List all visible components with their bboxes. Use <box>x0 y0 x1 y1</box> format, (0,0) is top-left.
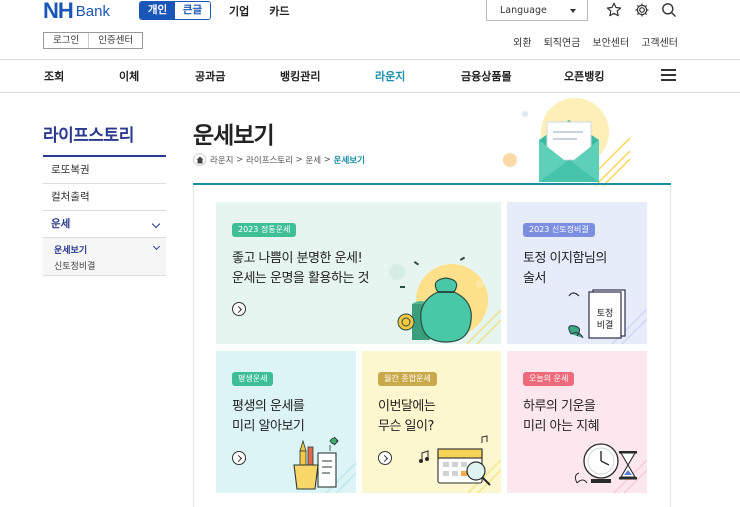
cert-center-button[interactable]: 인증센터 <box>88 33 142 48</box>
gear-icon[interactable] <box>634 2 650 18</box>
book-title-line: 토정 <box>597 308 614 319</box>
card-line: 토정 이지함님의 <box>523 251 607 266</box>
card-line: 좋고 나쁨이 분명한 운세! <box>232 251 363 266</box>
book-title-line: 비결 <box>597 320 614 331</box>
money-bag-icon <box>389 256 501 344</box>
card-description: 좋고 나쁨이 분명한 운세! 운세는 운명을 활용하는 것 <box>232 249 369 289</box>
login-box: 로그인 인증센터 <box>43 32 144 49</box>
calendar-icon <box>419 435 501 493</box>
breadcrumb: 라운지 > 라이프스토리 > 운세 > 운세보기 <box>193 153 365 166</box>
sidebar-item-fortune[interactable]: 운세 <box>43 211 166 238</box>
card-line: 하루의 기운을 <box>523 399 596 414</box>
sidebar-sub-tojeong[interactable]: 신토정비결 <box>54 259 95 272</box>
nav-lounge[interactable]: 라운지 <box>375 68 405 84</box>
book-icon: 토정 비결 <box>568 289 647 344</box>
arrow-right-icon[interactable] <box>378 451 392 465</box>
fortune-card-2023[interactable]: 2023 정통운세 좋고 나쁨이 분명한 운세! 운세는 운명을 활용하는 것 <box>216 202 501 344</box>
util-link-security[interactable]: 보안센터 <box>592 34 629 49</box>
star-icon[interactable] <box>606 2 622 18</box>
breadcrumb-current: 운세보기 <box>333 155 365 166</box>
chevron-down-icon <box>151 219 161 229</box>
home-icon[interactable] <box>193 153 206 166</box>
arrow-right-icon[interactable] <box>232 302 246 316</box>
nh-bank-logo[interactable]: NH Bank <box>43 0 110 23</box>
card-line: 평생의 운세를 <box>232 399 305 414</box>
nav-banking-manage[interactable]: 뱅킹관리 <box>280 68 320 84</box>
nav-transfer[interactable]: 이체 <box>119 68 139 84</box>
card-line: 운세는 운명을 활용하는 것 <box>232 271 369 286</box>
breadcrumb-item[interactable]: 라운지 <box>210 154 233 166</box>
util-link-pension[interactable]: 퇴직연금 <box>544 34 581 49</box>
clock-hourglass-icon <box>574 443 647 493</box>
envelope-illustration <box>503 98 630 187</box>
view-mode-toggle: 개인 큰글 <box>139 1 211 20</box>
sidebar-item-label: 컬처출력 <box>51 191 90 203</box>
search-icon[interactable] <box>661 2 677 18</box>
global-nav: 조회 이체 공과금 뱅킹관리 라운지 금융상품몰 오픈뱅킹 <box>0 60 740 92</box>
login-button[interactable]: 로그인 <box>44 33 88 48</box>
page-title: 운세보기 <box>193 123 275 149</box>
sidebar-submenu: 운세보기 신토정비결 <box>43 238 166 276</box>
breadcrumb-item[interactable]: 운세 <box>305 154 321 166</box>
tojeong-card-2023[interactable]: 2023 신토정비결 토정 이지함님의 술서 토정 비결 <box>507 202 647 344</box>
sidebar-item-lotto[interactable]: 로또복권 <box>43 157 166 184</box>
card-tag: 2023 정통운세 <box>232 223 297 237</box>
sidebar-item-label: 로또복권 <box>51 164 90 176</box>
card-tag: 오늘의 운세 <box>523 372 575 386</box>
nav-open-banking[interactable]: 오픈뱅킹 <box>564 68 604 84</box>
nav-utility-bill[interactable]: 공과금 <box>195 68 225 84</box>
utility-links: 외환 퇴직연금 보안센터 고객센터 <box>513 34 678 49</box>
large-text-button[interactable]: 큰글 <box>175 2 210 19</box>
card-link[interactable]: 카드 <box>269 3 289 19</box>
caret-down-icon <box>570 9 576 13</box>
nav-inquiry[interactable]: 조회 <box>44 68 64 84</box>
card-tag: 2023 신토정비결 <box>523 223 595 237</box>
pencil-cup-icon <box>293 436 356 493</box>
sidebar-item-label: 운세 <box>51 218 71 230</box>
sidebar-title: 라이프스토리 <box>43 126 134 146</box>
arrow-right-icon[interactable] <box>232 451 246 465</box>
card-tag: 월간 종합운세 <box>378 372 437 386</box>
corporate-link[interactable]: 기업 <box>229 3 249 19</box>
util-link-forex[interactable]: 외환 <box>513 34 531 49</box>
language-select[interactable]: Language <box>486 0 588 21</box>
language-label: Language <box>500 5 547 16</box>
card-line: 이번달에는 <box>378 399 436 414</box>
card-line: 무슨 일이? <box>378 419 434 434</box>
sidebar-item-culture[interactable]: 컬처출력 <box>43 184 166 211</box>
personal-mode-button[interactable]: 개인 <box>140 2 175 19</box>
top-links: 기업 카드 <box>229 3 290 19</box>
breadcrumb-item[interactable]: 라이프스토리 <box>246 154 293 166</box>
card-description: 이번달에는 무슨 일이? <box>378 397 436 437</box>
card-tag: 평생운세 <box>232 372 274 386</box>
logo-nh: NH <box>43 0 74 23</box>
menu-icon[interactable] <box>661 69 676 81</box>
chevron-down-icon <box>152 242 161 251</box>
divider <box>0 92 740 93</box>
logo-bank: Bank <box>75 2 110 20</box>
monthly-fortune-card[interactable]: 월간 종합운세 이번달에는 무슨 일이? <box>362 351 501 493</box>
today-fortune-card[interactable]: 오늘의 운세 하루의 기운을 미리 아는 지혜 <box>507 351 647 493</box>
util-link-support[interactable]: 고객센터 <box>641 34 678 49</box>
lifetime-fortune-card[interactable]: 평생운세 평생의 운세를 미리 알아보기 <box>216 351 356 493</box>
sidebar-sub-fortune-view[interactable]: 운세보기 <box>54 243 87 256</box>
nav-product-mall[interactable]: 금융상품몰 <box>461 68 512 84</box>
